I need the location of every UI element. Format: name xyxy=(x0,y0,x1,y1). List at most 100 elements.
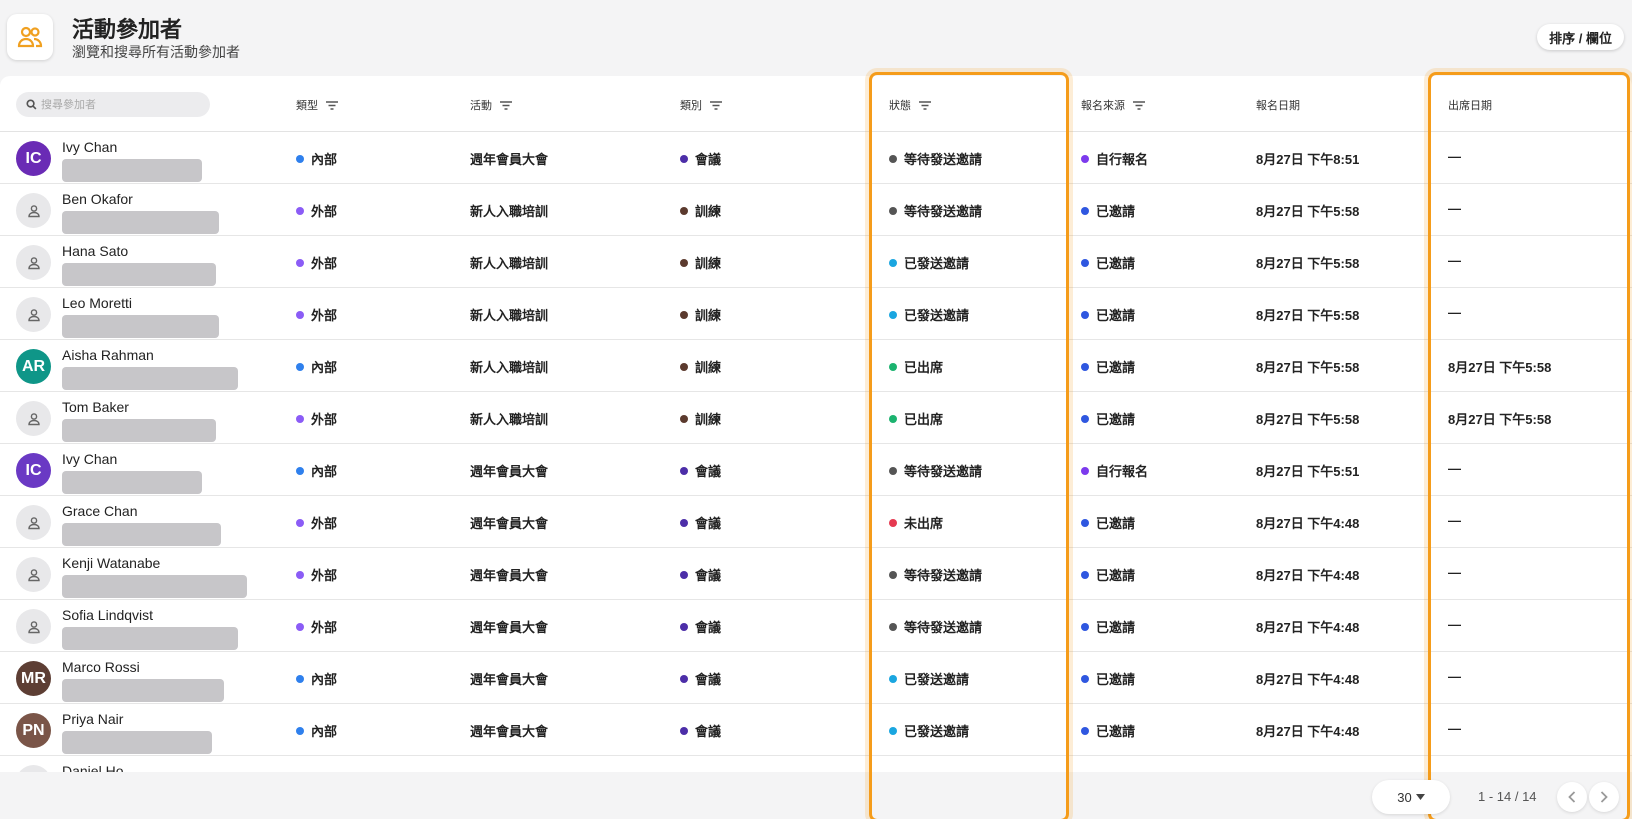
source-cell: 已邀請 xyxy=(1081,565,1135,584)
event-cell: 週年會員大會 xyxy=(470,565,548,584)
type-cell: 外部 xyxy=(296,201,337,220)
event-cell-text: 週年會員大會 xyxy=(470,724,549,739)
table-row[interactable]: PN Priya Nair 內部 週年會員大會 會議 已發送邀請 已邀請 8月27日 下午4:… xyxy=(0,704,1632,756)
status-dot xyxy=(680,258,688,267)
attendee-name[interactable]: Priya Nair xyxy=(62,711,123,727)
attend-date-cell-text: — xyxy=(1448,565,1461,580)
status-cell-text: 已發送邀請 xyxy=(904,672,970,687)
table-row[interactable]: Grace Chan 外部 週年會員大會 會議 未出席 已邀請 8月27日 下午4:48 — xyxy=(0,496,1632,548)
type-cell-text: 外部 xyxy=(311,516,338,531)
reg-date-cell-text: 8月27日 下午5:58 xyxy=(1256,412,1360,427)
status-dot xyxy=(1081,362,1089,371)
category-cell-text: 訓練 xyxy=(695,308,722,323)
status-dot xyxy=(1081,518,1089,527)
avatar-person-icon xyxy=(16,557,51,592)
table-row[interactable]: IC Ivy Chan 內部 週年會員大會 會議 等待發送邀請 自行報名 8月27日 下午5:… xyxy=(0,444,1632,496)
event-cell: 新人入職培訓 xyxy=(470,253,548,272)
attendee-name[interactable]: Ivy Chan xyxy=(62,451,117,467)
sort-columns-button[interactable]: 排序 / 欄位 xyxy=(1537,24,1624,50)
attendee-name[interactable]: Grace Chan xyxy=(62,503,137,519)
prev-page-button[interactable] xyxy=(1557,782,1587,812)
attendee-name[interactable]: Daniel Ho xyxy=(62,763,123,772)
attendee-name[interactable]: Kenji Watanabe xyxy=(62,555,160,571)
attendee-name[interactable]: Sofia Lindqvist xyxy=(62,607,153,623)
reg-date-cell: 8月27日 下午5:58 xyxy=(1256,201,1359,220)
avatar: AR xyxy=(16,349,51,384)
column-label: 出席日期 xyxy=(1448,100,1492,112)
source-cell-text: 自行報名 xyxy=(1096,464,1149,479)
category-cell: 會議 xyxy=(680,669,721,688)
status-dot xyxy=(889,674,897,683)
filter-icon[interactable] xyxy=(1133,100,1145,110)
chevron-right-icon xyxy=(1600,791,1608,803)
event-cell-text: 週年會員大會 xyxy=(470,568,549,583)
status-dot xyxy=(680,570,688,579)
column-header-event[interactable]: 活動 xyxy=(470,97,512,113)
attendee-name[interactable]: Marco Rossi xyxy=(62,659,140,675)
status-dot xyxy=(1081,310,1089,319)
status-dot xyxy=(296,674,304,683)
source-cell-text: 已邀請 xyxy=(1096,412,1136,427)
source-cell: 自行報名 xyxy=(1081,461,1148,480)
attendee-name[interactable]: Leo Moretti xyxy=(62,295,132,311)
table-row[interactable]: Sofia Lindqvist 外部 週年會員大會 會議 等待發送邀請 已邀請 8月27日 … xyxy=(0,600,1632,652)
table-row[interactable]: Kenji Watanabe 外部 週年會員大會 會議 等待發送邀請 已邀請 8月27日 下… xyxy=(0,548,1632,600)
column-header-attend-date[interactable]: 出席日期 xyxy=(1448,97,1492,113)
status-cell-text: 等待發送邀請 xyxy=(904,464,983,479)
next-page-button[interactable] xyxy=(1589,782,1619,812)
attendee-name[interactable]: Ivy Chan xyxy=(62,139,117,155)
source-cell-text: 已邀請 xyxy=(1096,308,1136,323)
reg-date-cell: 8月27日 下午5:58 xyxy=(1256,253,1359,272)
column-header-category[interactable]: 類別 xyxy=(680,97,722,113)
event-cell-text: 新人入職培訓 xyxy=(470,412,549,427)
source-cell: 已邀請 xyxy=(1081,721,1135,740)
source-cell-text: 已邀請 xyxy=(1096,568,1136,583)
category-cell: 訓練 xyxy=(680,201,721,220)
search-box[interactable] xyxy=(16,92,210,117)
type-cell-text: 外部 xyxy=(311,204,338,219)
event-cell: 週年會員大會 xyxy=(470,617,548,636)
type-cell: 內部 xyxy=(296,669,337,688)
pagination-range: 1 - 14 / 14 xyxy=(1478,789,1537,804)
table-row[interactable]: Tom Baker 外部 新人入職培訓 訓練 已出席 已邀請 8月27日 下午5:58 8月2… xyxy=(0,392,1632,444)
column-header-reg-date[interactable]: 報名日期 xyxy=(1256,97,1300,113)
attendee-name[interactable]: Tom Baker xyxy=(62,399,129,415)
filter-icon[interactable] xyxy=(326,100,338,110)
rows-per-page-select[interactable]: 30 xyxy=(1372,780,1450,814)
reg-date-cell-text: 8月27日 下午4:48 xyxy=(1256,620,1360,635)
status-dot xyxy=(1081,258,1089,267)
column-header-type[interactable]: 類型 xyxy=(296,97,338,113)
column-header-source[interactable]: 報名來源 xyxy=(1081,97,1145,113)
filter-icon[interactable] xyxy=(919,100,931,110)
status-cell-text: 等待發送邀請 xyxy=(904,204,983,219)
status-dot xyxy=(1081,154,1089,163)
status-dot xyxy=(680,622,688,631)
table-row[interactable]: IC Ivy Chan 內部 週年會員大會 會議 等待發送邀請 自行報名 8月27日 下午8:… xyxy=(0,132,1632,184)
status-cell-text: 已發送邀請 xyxy=(904,256,970,271)
column-label: 報名日期 xyxy=(1256,100,1300,112)
status-dot xyxy=(296,362,304,371)
event-cell-text: 週年會員大會 xyxy=(470,620,549,635)
reg-date-cell: 8月27日 下午5:58 xyxy=(1256,357,1359,376)
table-row[interactable]: MR Marco Rossi 內部 週年會員大會 會議 已發送邀請 已邀請 8月27日 下午4… xyxy=(0,652,1632,704)
table-row[interactable]: Hana Sato 外部 新人入職培訓 訓練 已發送邀請 已邀請 8月27日 下午5:58 — xyxy=(0,236,1632,288)
table-row[interactable]: AR Aisha Rahman 內部 新人入職培訓 訓練 已出席 已邀請 8月27日 下午5:… xyxy=(0,340,1632,392)
avatar-person-icon xyxy=(16,297,51,332)
attendee-name[interactable]: Ben Okafor xyxy=(62,191,133,207)
source-cell: 已邀請 xyxy=(1081,513,1135,532)
attendee-name[interactable]: Hana Sato xyxy=(62,243,128,259)
attend-date-cell: — xyxy=(1448,461,1461,476)
filter-icon[interactable] xyxy=(710,100,722,110)
table-header: 類型 活動 類別 狀態 報名來源 報名日期 出席日期 xyxy=(0,76,1632,132)
attend-date-cell-text: — xyxy=(1448,149,1461,164)
attendee-name[interactable]: Aisha Rahman xyxy=(62,347,154,363)
reg-date-cell: 8月27日 下午8:51 xyxy=(1256,149,1359,168)
redacted-email xyxy=(62,419,216,442)
column-header-status[interactable]: 狀態 xyxy=(889,97,931,113)
table-row[interactable]: Leo Moretti 外部 新人入職培訓 訓練 已發送邀請 已邀請 8月27日 下午5:5… xyxy=(0,288,1632,340)
filter-icon[interactable] xyxy=(500,100,512,110)
table-row[interactable]: Ben Okafor 外部 新人入職培訓 訓練 等待發送邀請 已邀請 8月27日 下午5:5… xyxy=(0,184,1632,236)
search-input[interactable] xyxy=(41,98,201,111)
category-cell: 訓練 xyxy=(680,305,721,324)
table-row[interactable]: Daniel Ho xyxy=(0,756,1632,772)
